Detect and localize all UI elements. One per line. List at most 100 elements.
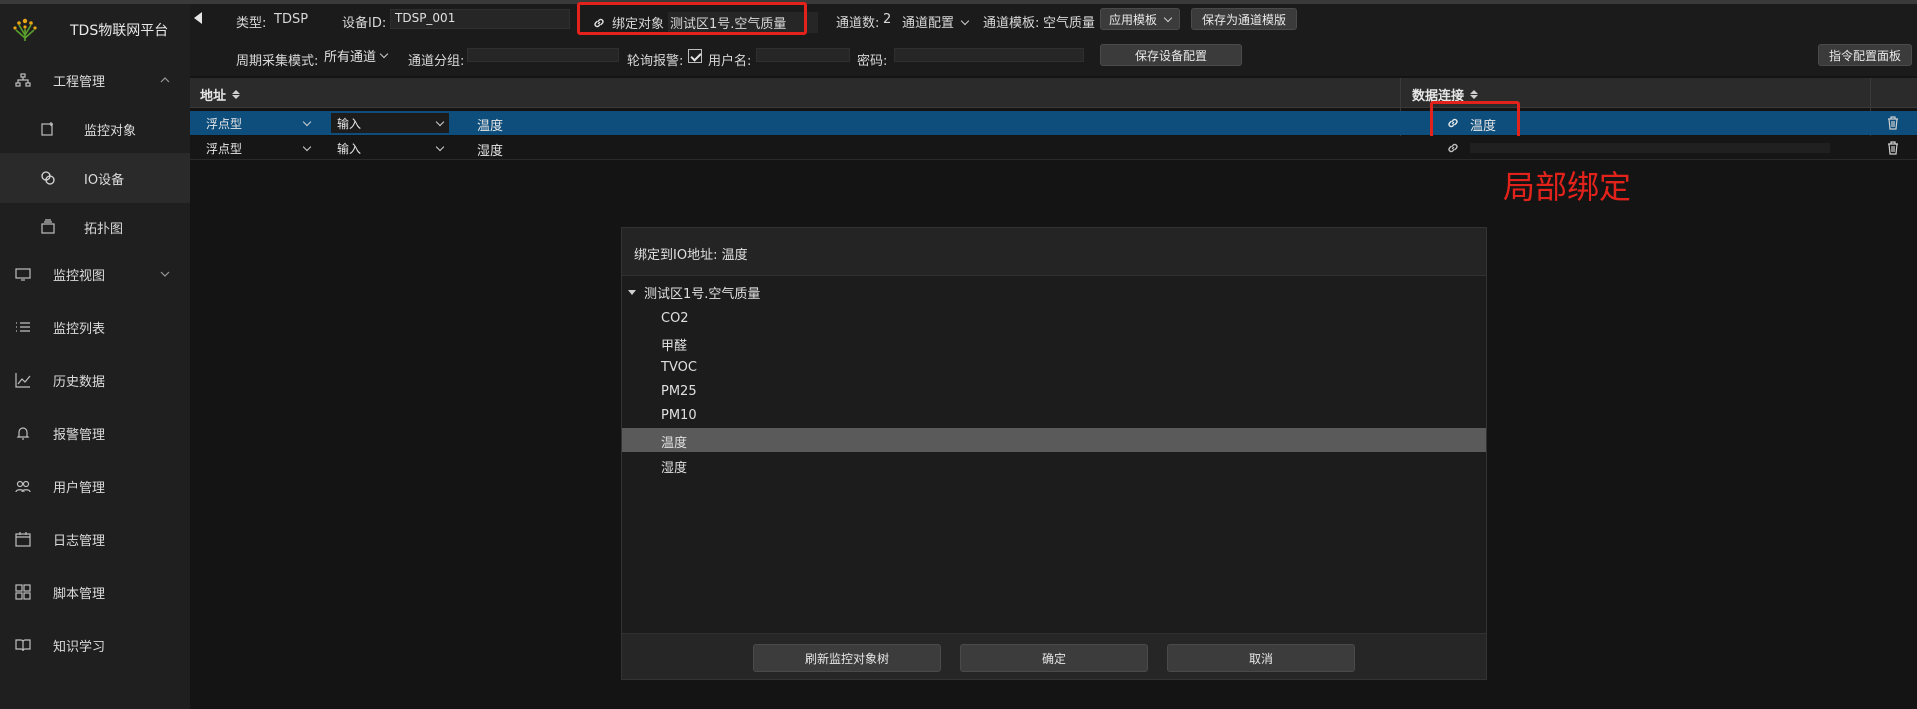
nav-label: 监控对象 xyxy=(84,123,137,139)
apply-template-button[interactable]: 应用模板 xyxy=(1100,8,1180,30)
io-device-icon xyxy=(40,170,56,186)
column-address[interactable]: 地址 xyxy=(200,85,241,104)
channel-template-label: 通道模板: xyxy=(983,16,1040,31)
tree-item[interactable]: CO2 xyxy=(622,307,1486,331)
nav-script-management[interactable]: 脚本管理 xyxy=(0,567,190,617)
data-type-select[interactable]: 浮点型 xyxy=(200,138,316,158)
chevron-down-icon xyxy=(302,142,312,151)
monitor-icon xyxy=(15,266,31,282)
nav-knowledge[interactable]: 知识学习 xyxy=(0,620,190,670)
nav-io-device[interactable]: IO设备 xyxy=(0,153,190,203)
table-row[interactable]: 浮点型 输入 温度 温度 xyxy=(190,111,1917,135)
tree-item[interactable]: PM25 xyxy=(622,380,1486,404)
tree-item[interactable]: 甲醛 xyxy=(622,331,1486,355)
users-icon xyxy=(15,478,31,494)
username-input[interactable] xyxy=(756,48,850,62)
chevron-down-icon xyxy=(1163,13,1173,22)
refresh-tree-button[interactable]: 刷新监控对象树 xyxy=(753,644,941,672)
direction-value: 输入 xyxy=(337,141,362,156)
poll-alarm-label: 轮询报警: xyxy=(627,54,684,69)
save-device-config-button[interactable]: 保存设备配置 xyxy=(1100,44,1242,66)
nav-label: 监控列表 xyxy=(53,321,106,337)
tree-item[interactable]: 湿度 xyxy=(622,453,1486,477)
app-name: TDS物联网平台 xyxy=(70,23,169,39)
nav-monitor-object[interactable]: 监控对象 xyxy=(0,104,190,154)
data-link-value[interactable] xyxy=(1470,143,1830,153)
topology-icon xyxy=(40,219,56,235)
poll-alarm-checkbox[interactable] xyxy=(688,49,702,63)
channel-config-dropdown[interactable]: 通道配置 xyxy=(902,12,970,31)
tree-item-selected[interactable]: 温度 xyxy=(622,428,1486,452)
password-label: 密码: xyxy=(857,54,888,69)
sidebar: TDS物联网平台 工程管理 监控对象 IO设备 拓扑图 监控视图 监控列表 历史… xyxy=(0,4,190,709)
nav-label: 知识学习 xyxy=(53,639,106,655)
channel-name[interactable]: 湿度 xyxy=(477,140,503,159)
cancel-button[interactable]: 取消 xyxy=(1167,644,1355,672)
nav-monitor-view[interactable]: 监控视图 xyxy=(0,249,190,299)
nav-label: IO设备 xyxy=(84,172,125,188)
channel-group-input[interactable] xyxy=(467,48,619,62)
book-icon xyxy=(15,637,31,653)
nav-topology[interactable]: 拓扑图 xyxy=(0,202,190,252)
sort-icon xyxy=(1470,90,1479,99)
ok-button[interactable]: 确定 xyxy=(960,644,1148,672)
table-row[interactable]: 浮点型 输入 湿度 xyxy=(190,136,1917,160)
sitemap-icon xyxy=(15,72,31,88)
calendar-icon xyxy=(15,531,31,547)
nav-history-data[interactable]: 历史数据 xyxy=(0,355,190,405)
nav-label: 日志管理 xyxy=(53,533,106,549)
collapse-sidebar-icon[interactable] xyxy=(194,12,202,24)
tree-item-label: CO2 xyxy=(661,311,689,326)
type-value: TDSP xyxy=(274,12,309,27)
nav-user-management[interactable]: 用户管理 xyxy=(0,461,190,511)
link-icon[interactable] xyxy=(1446,141,1460,155)
tree-item[interactable]: TVOC xyxy=(622,356,1486,380)
direction-select[interactable]: 输入 xyxy=(331,138,449,158)
tree-item[interactable]: PM10 xyxy=(622,404,1486,428)
dialog-title-bar: 绑定到IO地址: 温度 xyxy=(622,228,1486,276)
tree-item-label: 湿度 xyxy=(661,461,688,476)
apply-template-label: 应用模板 xyxy=(1108,12,1157,27)
tree-item-label: 甲醛 xyxy=(661,339,688,354)
trash-icon[interactable] xyxy=(1887,116,1899,130)
highlight-data-link xyxy=(1430,101,1520,141)
list-icon xyxy=(15,319,31,335)
nav-project-management[interactable]: 工程管理 xyxy=(0,55,190,105)
nav-label: 拓扑图 xyxy=(84,221,124,237)
nav-label: 用户管理 xyxy=(53,480,106,496)
username-label: 用户名: xyxy=(708,54,752,69)
nav-label: 监控视图 xyxy=(53,268,106,284)
save-as-template-button[interactable]: 保存为通道模版 xyxy=(1191,8,1297,30)
password-input[interactable] xyxy=(894,48,1084,62)
brand[interactable]: TDS物联网平台 xyxy=(10,12,188,48)
column-address-label: 地址 xyxy=(200,89,227,104)
chevron-down-icon xyxy=(960,16,970,26)
chevron-down-icon xyxy=(379,49,389,58)
nav-log-management[interactable]: 日志管理 xyxy=(0,514,190,564)
device-id-input[interactable]: TDSP_001 xyxy=(390,9,570,29)
tree-item-label: TVOC xyxy=(661,360,697,375)
bell-icon xyxy=(15,425,31,441)
dialog-title: 绑定到IO地址: 温度 xyxy=(634,248,748,263)
channel-group-label: 通道分组: xyxy=(408,54,465,69)
period-mode-label: 周期采集模式: xyxy=(236,54,319,69)
expand-icon[interactable] xyxy=(628,290,636,295)
chevron-down-icon xyxy=(302,117,312,126)
sort-icon xyxy=(232,90,241,99)
tree-item-label: PM25 xyxy=(661,384,697,399)
data-type-value: 浮点型 xyxy=(206,141,243,156)
chevron-down-icon xyxy=(160,269,170,280)
command-panel-button[interactable]: 指令配置面板 xyxy=(1818,44,1912,66)
data-type-select[interactable]: 浮点型 xyxy=(200,113,316,133)
tree-root-node[interactable]: 测试区1号.空气质量 xyxy=(628,283,760,302)
tree-root-label: 测试区1号.空气质量 xyxy=(644,287,761,302)
table-header: 地址 数据连接 xyxy=(190,78,1917,108)
trash-icon[interactable] xyxy=(1887,141,1899,155)
type-label: 类型: xyxy=(236,16,267,31)
nav-monitor-list[interactable]: 监控列表 xyxy=(0,302,190,352)
channel-template-value: 空气质量 xyxy=(1043,16,1096,31)
direction-select[interactable]: 输入 xyxy=(331,113,449,133)
nav-alarm-management[interactable]: 报警管理 xyxy=(0,408,190,458)
period-mode-select[interactable]: 所有通道 xyxy=(324,45,400,65)
channel-name[interactable]: 温度 xyxy=(477,115,503,134)
